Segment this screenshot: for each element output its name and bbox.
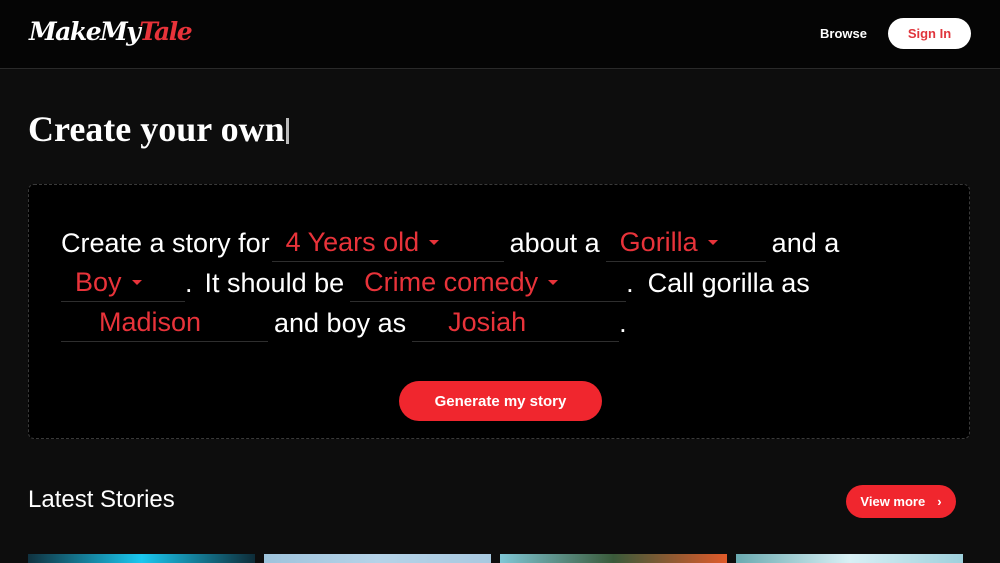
chevron-down-icon xyxy=(548,280,559,285)
sign-in-button[interactable]: Sign In xyxy=(888,18,971,49)
story-thumbnail[interactable] xyxy=(736,554,963,563)
page-title: Create your own xyxy=(28,108,289,150)
chevron-down-icon xyxy=(429,240,440,245)
chevron-down-icon xyxy=(131,280,142,285)
view-more-button[interactable]: View more › xyxy=(846,485,956,518)
story-thumbnail[interactable] xyxy=(500,554,727,563)
form-line-2: Boy . It should be Crime comedy . Call g… xyxy=(61,263,816,303)
genre-select[interactable]: Crime comedy xyxy=(350,264,627,302)
child-name-input[interactable]: Josiah xyxy=(412,304,620,342)
logo[interactable]: MakeMyTale xyxy=(29,17,193,46)
generate-story-button[interactable]: Generate my story xyxy=(399,381,602,421)
chevron-right-icon: › xyxy=(937,494,942,509)
form-line-3: Madison and boy as Josiah . xyxy=(61,303,627,343)
child-select[interactable]: Boy xyxy=(61,264,185,302)
story-form: Create a story for 4 Years old about a G… xyxy=(28,184,970,439)
top-nav: MakeMyTale Browse Sign In xyxy=(0,0,1000,69)
story-thumbnail[interactable] xyxy=(28,554,255,563)
latest-stories-heading: Latest Stories xyxy=(28,486,175,513)
animal-select[interactable]: Gorilla xyxy=(605,224,766,262)
chevron-down-icon xyxy=(707,240,718,245)
typing-caret xyxy=(285,118,289,144)
animal-name-input[interactable]: Madison xyxy=(61,304,268,342)
browse-link[interactable]: Browse xyxy=(820,26,867,41)
age-select[interactable]: 4 Years old xyxy=(271,224,504,262)
story-thumbnail[interactable] xyxy=(264,554,491,563)
form-line-1: Create a story for 4 Years old about a G… xyxy=(61,223,845,263)
